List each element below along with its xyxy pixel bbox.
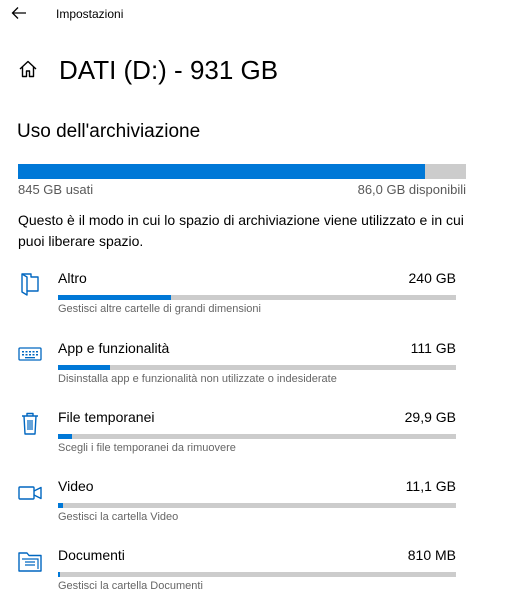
category-video[interactable]: Video 11,1 GB Gestisci la cartella Video: [0, 476, 514, 536]
storage-description: Questo è il modo in cui lo spazio di arc…: [18, 212, 464, 249]
arrow-left-icon: [11, 7, 26, 19]
documents-folder-icon: [17, 548, 43, 574]
category-description: Scegli i file temporanei da rimuovere: [58, 442, 236, 454]
category-size: 29,9 GB: [404, 409, 456, 425]
category-usage-bar: [58, 503, 456, 508]
category-usage-bar: [58, 434, 456, 439]
storage-usage-fill: [18, 164, 425, 179]
page-title: DATI (D:) - 931 GB: [59, 55, 279, 85]
category-file-temporanei[interactable]: File temporanei 29,9 GB Scegli i file te…: [0, 407, 514, 467]
category-size: 810 MB: [407, 547, 456, 563]
home-icon: [18, 59, 38, 79]
category-label: Altro: [58, 270, 87, 286]
folder-icon: [17, 271, 43, 297]
category-usage-fill: [58, 295, 172, 300]
category-size: 11,1 GB: [405, 478, 456, 494]
video-camera-icon: [17, 479, 43, 505]
storage-usage-bar: [18, 164, 466, 179]
free-space-label: 86,0 GB disponibili: [357, 182, 466, 197]
category-usage-fill: [58, 365, 111, 370]
category-description: Gestisci la cartella Documenti: [58, 580, 203, 592]
app-title: Impostazioni: [56, 7, 124, 21]
category-label: File temporanei: [58, 409, 155, 425]
section-title: Uso dell'archiviazione: [17, 121, 201, 142]
keyboard-icon: [17, 341, 43, 367]
category-usage-fill: [58, 503, 64, 508]
category-description: Gestisci la cartella Video: [58, 511, 179, 523]
category-description: Gestisci altre cartelle di grandi dimens…: [58, 303, 261, 315]
category-usage-fill: [58, 572, 61, 577]
category-documenti[interactable]: Documenti 810 MB Gestisci la cartella Do…: [0, 545, 514, 605]
category-usage-bar: [58, 295, 456, 300]
category-usage-bar: [58, 572, 456, 577]
category-description: Disinstalla app e funzionalità non utili…: [58, 373, 337, 385]
category-usage-fill: [58, 434, 72, 439]
title-bar: Impostazioni: [0, 0, 514, 30]
category-app-e-funzionalita[interactable]: App e funzionalità 111 GB Disinstalla ap…: [0, 338, 514, 398]
category-label: App e funzionalità: [58, 340, 170, 356]
back-button[interactable]: [10, 4, 28, 22]
trash-icon: [17, 410, 43, 436]
used-space-label: 845 GB usati: [18, 182, 94, 197]
category-size: 240 GB: [408, 270, 456, 286]
category-label: Video: [58, 478, 94, 494]
category-size: 111 GB: [410, 340, 456, 356]
category-label: Documenti: [58, 547, 125, 563]
category-usage-bar: [58, 365, 456, 370]
category-altro[interactable]: Altro 240 GB Gestisci altre cartelle di …: [0, 268, 514, 328]
